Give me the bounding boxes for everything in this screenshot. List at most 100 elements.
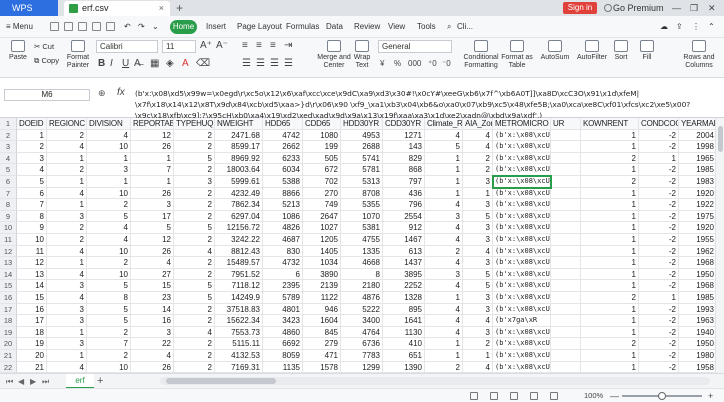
sheet-tab-erf[interactable]: erf <box>66 374 94 389</box>
cell-climate-region[interactable]: 4 <box>425 315 463 327</box>
cell-division[interactable]: 2 <box>87 199 131 211</box>
justify-icon[interactable]: ☰ <box>284 58 293 70</box>
cell-condcoop[interactable]: -2 <box>639 199 679 211</box>
cell-division[interactable]: 4 <box>87 222 131 234</box>
cell-kownrent[interactable]: 1 <box>581 199 639 211</box>
zoom-formula-icon[interactable]: ⊕ <box>98 88 106 99</box>
cell-cdd30yr[interactable]: 2252 <box>383 280 425 292</box>
cell-metromicro[interactable]: (b'x:\x08\xcU <box>493 141 551 153</box>
cell-climate-region[interactable]: 4 <box>425 326 463 339</box>
cell-doeid[interactable]: 21 <box>17 361 47 373</box>
cell-reportable[interactable]: 23 <box>131 292 174 304</box>
cell-nweight[interactable]: 2471.68 <box>215 129 263 142</box>
cell-kownrent[interactable]: 1 <box>581 210 639 223</box>
align-bottom-icon[interactable]: ≡ <box>270 40 276 52</box>
cell-typehuq[interactable]: 2 <box>174 338 215 350</box>
row-header[interactable]: 17 <box>0 303 17 316</box>
align-right-icon[interactable]: ☰ <box>270 58 279 70</box>
cell-hdd65[interactable]: 4826 <box>263 222 303 234</box>
header-cell-metromicro[interactable]: METROMICRO <box>493 118 551 130</box>
cell-regionc[interactable]: 3 <box>47 315 87 327</box>
cell-cdd65[interactable]: 749 <box>303 199 341 211</box>
cell-ur[interactable] <box>551 292 581 304</box>
cell-hdd30yr[interactable]: 5355 <box>341 199 383 211</box>
cell-aia-zone[interactable]: 4 <box>463 245 493 258</box>
cell-metromicro[interactable]: (b'x:\x08\xcU <box>493 303 551 316</box>
number-format-select[interactable]: General <box>378 40 452 53</box>
cell-hdd65[interactable]: 4860 <box>263 326 303 339</box>
cell-regionc[interactable]: 4 <box>47 292 87 304</box>
cell-division[interactable]: 10 <box>87 141 131 153</box>
cell-hdd65[interactable]: 4742 <box>263 129 303 142</box>
cell-condcoop[interactable]: -2 <box>639 361 679 373</box>
row-header[interactable]: 22 <box>0 361 17 373</box>
cell-aia-zone[interactable]: 4 <box>463 315 493 327</box>
cell-doeid[interactable]: 18 <box>17 326 47 339</box>
header-cell-cdd65[interactable]: CDD65 <box>303 118 341 130</box>
cell-climate-region[interactable]: 4 <box>425 129 463 142</box>
cell-climate-region[interactable]: 2 <box>425 361 463 373</box>
cell-condcoop[interactable]: 1 <box>639 292 679 304</box>
cell-typehuq[interactable]: 5 <box>174 152 215 165</box>
cell-yearmade[interactable]: 1955 <box>679 234 717 246</box>
currency-icon[interactable]: ¥ <box>380 58 384 70</box>
cell-typehuq[interactable]: 2 <box>174 361 215 373</box>
cell-ur[interactable] <box>551 222 581 234</box>
cell-division[interactable]: 1 <box>87 152 131 165</box>
cell-reportable[interactable]: 12 <box>131 234 174 246</box>
header-cell-hdd30yr[interactable]: HDD30YR <box>341 118 383 130</box>
cell-reportable[interactable]: 1 <box>131 152 174 165</box>
cell-reportable[interactable]: 4 <box>131 257 174 269</box>
quick-access-dropdown-icon[interactable]: ⌄ <box>152 16 159 38</box>
row-header[interactable]: 3 <box>0 141 17 153</box>
cell-cdd30yr[interactable]: 912 <box>383 222 425 234</box>
cell-condcoop[interactable]: -2 <box>639 234 679 246</box>
zoom-level[interactable]: 100% <box>584 389 603 402</box>
cell-climate-region[interactable]: 1 <box>425 176 463 188</box>
cell-reportable[interactable]: 16 <box>131 315 174 327</box>
cell-typehuq[interactable]: 2 <box>174 141 215 153</box>
cell-yearmade[interactable]: 1975 <box>679 210 717 223</box>
header-cell-kownrent[interactable]: KOWNRENT <box>581 118 639 130</box>
cell-nweight[interactable]: 8969.92 <box>215 152 263 165</box>
align-center-icon[interactable]: ☰ <box>256 58 265 70</box>
tab-review[interactable]: Review <box>354 16 380 38</box>
cell-cdd30yr[interactable]: 613 <box>383 245 425 258</box>
cell-hdd30yr[interactable]: 5741 <box>341 152 383 165</box>
align-top-icon[interactable]: ≡ <box>242 40 248 52</box>
next-sheet-icon[interactable]: ▶ <box>30 374 36 389</box>
cell-typehuq[interactable]: 2 <box>174 164 215 176</box>
font-size-select[interactable]: 11 <box>162 40 196 53</box>
cell-condcoop[interactable]: -2 <box>639 280 679 292</box>
cell-aia-zone[interactable]: 1 <box>463 187 493 200</box>
cell-doeid[interactable]: 1 <box>17 129 47 142</box>
cell-regionc[interactable]: 4 <box>47 245 87 258</box>
cell-climate-region[interactable]: 1 <box>425 350 463 362</box>
cell-kownrent[interactable]: 1 <box>581 129 639 142</box>
cell-typehuq[interactable]: 2 <box>174 199 215 211</box>
search-icon[interactable]: ⌕ <box>447 16 451 38</box>
row-header[interactable]: 12 <box>0 245 17 258</box>
align-left-icon[interactable]: ☰ <box>242 58 251 70</box>
cell-cdd30yr[interactable]: 868 <box>383 164 425 176</box>
search-command[interactable]: Cli... <box>457 16 473 38</box>
row-header[interactable]: 18 <box>0 315 17 327</box>
cell-condcoop[interactable]: -2 <box>639 257 679 269</box>
cell-hdd65[interactable]: 2395 <box>263 280 303 292</box>
restore-button[interactable]: ❐ <box>690 0 698 16</box>
sort-button[interactable]: Sort <box>612 40 630 62</box>
cloud-icon[interactable]: ☁ <box>660 16 668 38</box>
cell-division[interactable]: 5 <box>87 210 131 223</box>
cell-kownrent[interactable]: 2 <box>581 152 639 165</box>
cell-cdd30yr[interactable]: 1271 <box>383 129 425 142</box>
cell-metromicro[interactable]: (b'x:\x08\xcU <box>493 234 551 246</box>
cell-hdd30yr[interactable]: 4668 <box>341 257 383 269</box>
cell-hdd65[interactable]: 4801 <box>263 303 303 316</box>
cell-cdd30yr[interactable]: 143 <box>383 141 425 153</box>
cell-doeid[interactable]: 5 <box>17 176 47 188</box>
cell-aia-zone[interactable]: 3 <box>463 292 493 304</box>
cell-division[interactable]: 2 <box>87 326 131 339</box>
cell-yearmade[interactable]: 1985 <box>679 292 717 304</box>
cell-reportable[interactable]: 5 <box>131 222 174 234</box>
collapse-ribbon-icon[interactable]: ⌃ <box>708 16 715 38</box>
